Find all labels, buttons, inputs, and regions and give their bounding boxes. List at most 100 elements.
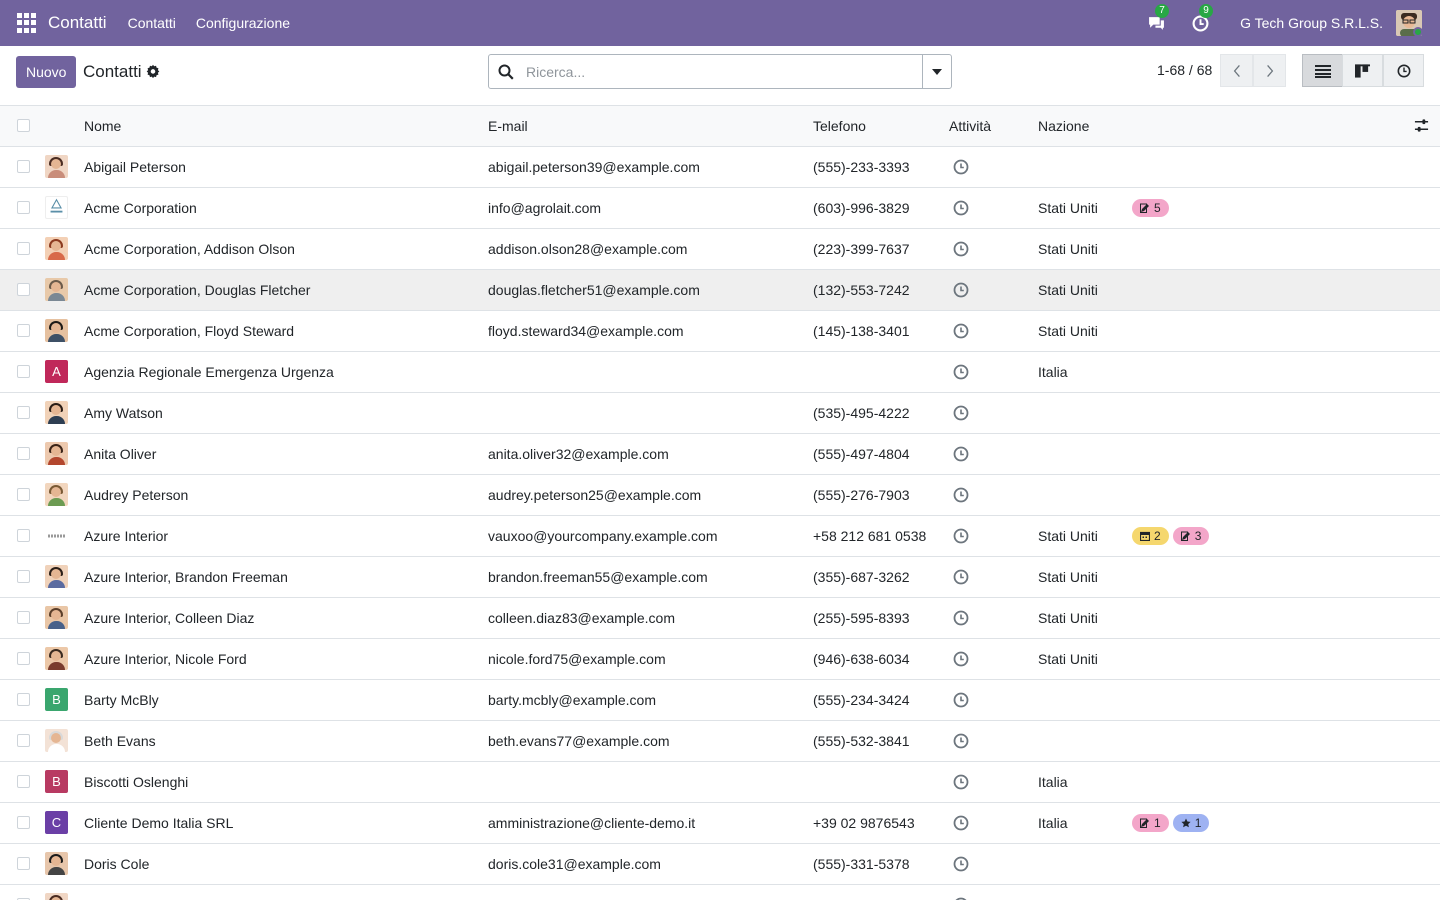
clock-icon[interactable] — [953, 774, 969, 790]
contact-name[interactable]: Azure Interior, Nicole Ford — [84, 638, 488, 679]
clock-icon[interactable] — [953, 446, 969, 462]
table-row[interactable]: C Cliente Demo Italia SRL amministrazion… — [0, 802, 1440, 843]
clock-icon[interactable] — [953, 159, 969, 175]
activities-button[interactable]: 9 — [1190, 4, 1214, 33]
row-checkbox[interactable] — [17, 693, 30, 706]
clock-icon[interactable] — [953, 856, 969, 872]
contact-country[interactable] — [1038, 433, 1132, 474]
contact-email[interactable]: addison.olson28@example.com — [488, 228, 813, 269]
menu-configurazione[interactable]: Configurazione — [196, 15, 290, 31]
tag-badge[interactable]: 1 — [1132, 813, 1169, 832]
contact-phone[interactable]: (555)-233-3393 — [813, 146, 949, 187]
contact-country[interactable]: Stati Uniti — [1038, 187, 1132, 228]
clock-icon[interactable] — [953, 241, 969, 257]
contact-email[interactable] — [488, 761, 813, 802]
contact-name[interactable]: Cliente Demo Italia SRL — [84, 802, 488, 843]
contact-email[interactable] — [488, 351, 813, 392]
table-row[interactable]: Beth Evans beth.evans77@example.com (555… — [0, 720, 1440, 761]
column-header-name[interactable]: Nome — [84, 106, 488, 147]
contact-country[interactable]: Stati Uniti — [1038, 638, 1132, 679]
table-row[interactable]: Acme Corporation, Addison Olson addison.… — [0, 228, 1440, 269]
table-row[interactable]: Audrey Peterson audrey.peterson25@exampl… — [0, 474, 1440, 515]
row-checkbox[interactable] — [17, 201, 30, 214]
optional-columns-icon[interactable] — [1414, 118, 1429, 133]
table-row[interactable]: B Barty McBly barty.mcbly@example.com (5… — [0, 679, 1440, 720]
column-header-country[interactable]: Nazione — [1038, 106, 1132, 147]
contact-email[interactable]: brandon.freeman55@example.com — [488, 556, 813, 597]
contact-name[interactable]: Acme Corporation, Addison Olson — [84, 228, 488, 269]
table-row[interactable]: Abigail Peterson abigail.peterson39@exam… — [0, 146, 1440, 187]
contact-email[interactable]: doris.cole31@example.com — [488, 843, 813, 884]
table-row[interactable]: Anita Oliver anita.oliver32@example.com … — [0, 433, 1440, 474]
contact-email[interactable]: vauxoo@yourcompany.example.com — [488, 515, 813, 556]
tag-badge[interactable]: 1 — [1172, 813, 1210, 832]
contact-email[interactable]: floyd.steward34@example.com — [488, 310, 813, 351]
clock-icon[interactable] — [953, 405, 969, 421]
activity-view-button[interactable] — [1383, 54, 1424, 87]
contact-email[interactable]: nicole.ford75@example.com — [488, 638, 813, 679]
contact-country[interactable]: Stati Uniti — [1038, 228, 1132, 269]
contact-email[interactable] — [488, 392, 813, 433]
contact-name[interactable]: Acme Corporation — [84, 187, 488, 228]
app-title[interactable]: Contatti — [48, 13, 107, 33]
row-checkbox[interactable] — [17, 652, 30, 665]
contact-name[interactable]: Biscotti Oslenghi — [84, 761, 488, 802]
contact-country[interactable]: Italia — [1038, 761, 1132, 802]
contact-country[interactable] — [1038, 392, 1132, 433]
contact-country[interactable] — [1038, 843, 1132, 884]
contact-country[interactable] — [1038, 884, 1132, 900]
clock-icon[interactable] — [953, 815, 969, 831]
contact-phone[interactable] — [813, 761, 949, 802]
contact-name[interactable]: Doris Cole — [84, 843, 488, 884]
clock-icon[interactable] — [953, 364, 969, 380]
contact-phone[interactable] — [813, 351, 949, 392]
table-row[interactable]: Azure Interior, Nicole Ford nicole.ford7… — [0, 638, 1440, 679]
contact-email[interactable]: colleen.diaz83@example.com — [488, 597, 813, 638]
contact-country[interactable] — [1038, 720, 1132, 761]
contact-phone[interactable]: +58 212 681 0538 — [813, 515, 949, 556]
contact-phone[interactable]: (535)-495-4222 — [813, 392, 949, 433]
pager-next-button[interactable] — [1253, 54, 1286, 87]
row-checkbox[interactable] — [17, 570, 30, 583]
menu-contatti[interactable]: Contatti — [128, 15, 176, 31]
contact-country[interactable]: Stati Uniti — [1038, 597, 1132, 638]
clock-icon[interactable] — [953, 487, 969, 503]
contact-phone[interactable]: (223)-399-7637 — [813, 228, 949, 269]
search-options-toggle[interactable] — [922, 55, 951, 88]
list-view-button[interactable] — [1302, 54, 1343, 87]
contact-phone[interactable]: (132)-553-7242 — [813, 269, 949, 310]
contact-name[interactable]: Azure Interior, Colleen Diaz — [84, 597, 488, 638]
clock-icon[interactable] — [953, 733, 969, 749]
contact-phone[interactable]: (555)-532-3841 — [813, 720, 949, 761]
column-header-email[interactable]: E-mail — [488, 106, 813, 147]
contact-name[interactable]: Anita Oliver — [84, 433, 488, 474]
table-row[interactable]: Acme Corporation info@agrolait.com (603)… — [0, 187, 1440, 228]
contact-name[interactable]: Amy Watson — [84, 392, 488, 433]
row-checkbox[interactable] — [17, 406, 30, 419]
contact-name[interactable]: Acme Corporation, Floyd Steward — [84, 310, 488, 351]
contact-name[interactable]: Barty McBly — [84, 679, 488, 720]
row-checkbox[interactable] — [17, 160, 30, 173]
contact-email[interactable]: eli.lambert22@example.com — [488, 884, 813, 900]
table-row[interactable]: Azure Interior, Brandon Freeman brandon.… — [0, 556, 1440, 597]
contact-name[interactable]: Acme Corporation, Douglas Fletcher — [84, 269, 488, 310]
table-row[interactable]: Amy Watson (535)-495-4222 — [0, 392, 1440, 433]
select-all-checkbox[interactable] — [17, 119, 30, 133]
contact-name[interactable]: Agenzia Regionale Emergenza Urgenza — [84, 351, 488, 392]
contact-country[interactable]: Stati Uniti — [1038, 310, 1132, 351]
contact-phone[interactable]: (555)-331-5378 — [813, 843, 949, 884]
contact-name[interactable]: Beth Evans — [84, 720, 488, 761]
contact-phone[interactable]: (555)-169-1352 — [813, 884, 949, 900]
contact-phone[interactable]: (555)-276-7903 — [813, 474, 949, 515]
row-checkbox[interactable] — [17, 857, 30, 870]
clock-icon[interactable] — [953, 651, 969, 667]
user-avatar[interactable] — [1396, 10, 1422, 36]
pager-previous-button[interactable] — [1220, 54, 1253, 87]
clock-icon[interactable] — [953, 282, 969, 298]
row-checkbox[interactable] — [17, 365, 30, 378]
row-checkbox[interactable] — [17, 775, 30, 788]
contact-name[interactable]: Audrey Peterson — [84, 474, 488, 515]
table-row[interactable]: Azure Interior vauxoo@yourcompany.exampl… — [0, 515, 1440, 556]
gear-icon[interactable] — [146, 64, 160, 78]
contact-email[interactable]: douglas.fletcher51@example.com — [488, 269, 813, 310]
